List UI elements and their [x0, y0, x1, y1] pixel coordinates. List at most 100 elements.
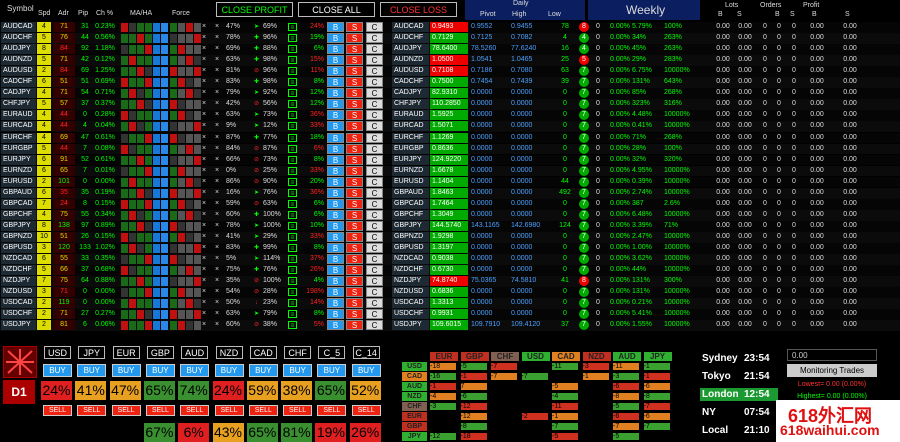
close-x-icon[interactable]: × — [200, 221, 208, 231]
sell-button[interactable]: S — [346, 265, 363, 276]
close-x-icon[interactable]: × — [200, 133, 208, 143]
currency-sell-button[interactable]: SELL — [145, 405, 175, 416]
close-x-icon[interactable]: × — [213, 254, 221, 264]
buy-button[interactable]: B — [327, 22, 344, 32]
buy-button[interactable]: B — [327, 209, 344, 220]
symbol-cell[interactable]: CADJPY — [392, 88, 429, 99]
symbol-cell[interactable]: GBPNZD — [392, 231, 429, 242]
close-x-icon[interactable]: × — [213, 155, 221, 165]
close-x-icon[interactable]: × — [213, 177, 221, 187]
symbol-cell[interactable]: EURCAD — [392, 121, 429, 132]
buy-button[interactable]: B — [327, 187, 344, 198]
close-x-icon[interactable]: × — [213, 33, 221, 43]
buy-button[interactable]: B — [327, 287, 344, 298]
symbol-cell[interactable]: GBPNZD — [1, 231, 36, 242]
close-button[interactable]: C — [366, 309, 383, 320]
currency-buy-button[interactable]: BUY — [145, 364, 175, 377]
close-x-icon[interactable]: × — [213, 66, 221, 76]
sell-button[interactable]: S — [346, 276, 363, 287]
close-x-icon[interactable]: × — [213, 144, 221, 154]
close-x-icon[interactable]: × — [200, 166, 208, 176]
buy-button[interactable]: B — [327, 99, 344, 110]
symbol-cell[interactable]: AUDCHF — [1, 33, 36, 44]
close-x-icon[interactable]: × — [213, 99, 221, 109]
close-button[interactable]: C — [366, 121, 383, 132]
symbol-cell[interactable]: USDJPY — [392, 320, 429, 331]
symbol-cell[interactable]: AUDCHF — [392, 33, 429, 44]
close-x-icon[interactable]: × — [200, 44, 208, 54]
close-x-icon[interactable]: × — [213, 221, 221, 231]
symbol-cell[interactable]: EURJPY — [392, 154, 429, 165]
close-button[interactable]: C — [366, 66, 383, 77]
close-x-icon[interactable]: × — [213, 199, 221, 209]
close-button[interactable]: C — [366, 176, 383, 187]
chart-icon[interactable]: ≡ — [288, 78, 297, 87]
sell-button[interactable]: S — [346, 176, 363, 187]
close-loss-button[interactable]: CLOSE LOSS — [380, 2, 457, 17]
symbol-cell[interactable]: AUDUSD — [1, 66, 36, 77]
buy-button[interactable]: B — [327, 154, 344, 165]
sell-button[interactable]: S — [346, 198, 363, 209]
symbol-cell[interactable]: CHFJPY — [1, 99, 36, 110]
symbol-cell[interactable]: AUDJPY — [392, 44, 429, 55]
close-x-icon[interactable]: × — [200, 210, 208, 220]
chart-icon[interactable]: ≡ — [288, 277, 297, 286]
currency-buy-button[interactable]: BUY — [111, 364, 141, 377]
close-button[interactable]: C — [366, 44, 383, 55]
symbol-cell[interactable]: GBPUSD — [1, 243, 36, 253]
close-all-button[interactable]: CLOSE ALL — [298, 2, 375, 17]
buy-button[interactable]: B — [327, 220, 344, 231]
currency-sell-button[interactable]: SELL — [77, 405, 107, 416]
close-x-icon[interactable]: × — [200, 298, 208, 308]
symbol-cell[interactable]: GBPCAD — [1, 198, 36, 209]
close-button[interactable]: C — [366, 209, 383, 220]
close-x-icon[interactable]: × — [200, 99, 208, 109]
chart-icon[interactable]: ≡ — [288, 45, 297, 54]
close-button[interactable]: C — [366, 220, 383, 231]
close-x-icon[interactable]: × — [200, 88, 208, 98]
currency-sell-button[interactable]: SELL — [214, 405, 244, 416]
close-x-icon[interactable]: × — [213, 188, 221, 198]
chart-icon[interactable]: ≡ — [288, 155, 297, 164]
symbol-cell[interactable]: EURCHF — [392, 132, 429, 143]
sell-button[interactable]: S — [346, 121, 363, 132]
sell-button[interactable]: S — [346, 309, 363, 320]
chart-icon[interactable]: ≡ — [288, 321, 297, 330]
symbol-cell[interactable]: GBPUSD — [392, 243, 429, 253]
symbol-cell[interactable]: USDCAD — [1, 298, 36, 309]
buy-button[interactable]: B — [327, 320, 344, 331]
symbol-cell[interactable]: GBPCAD — [392, 198, 429, 209]
symbol-cell[interactable]: NZDJPY — [392, 276, 429, 287]
buy-button[interactable]: B — [327, 55, 344, 66]
chart-icon[interactable]: ≡ — [288, 188, 297, 197]
chart-icon[interactable]: ≡ — [288, 89, 297, 98]
sell-button[interactable]: S — [346, 187, 363, 198]
symbol-cell[interactable]: EURGBP — [392, 143, 429, 154]
close-button[interactable]: C — [366, 88, 383, 99]
chart-icon[interactable]: ≡ — [288, 255, 297, 264]
sell-button[interactable]: S — [346, 66, 363, 77]
buy-button[interactable]: B — [327, 309, 344, 320]
close-x-icon[interactable]: × — [200, 265, 208, 275]
close-button[interactable]: C — [366, 231, 383, 242]
close-x-icon[interactable]: × — [200, 320, 208, 330]
close-x-icon[interactable]: × — [213, 44, 221, 54]
chart-icon[interactable]: ≡ — [288, 177, 297, 186]
close-profit-button[interactable]: CLOSE PROFIT — [216, 2, 293, 17]
symbol-cell[interactable]: NZDCHF — [1, 265, 36, 276]
close-button[interactable]: C — [366, 243, 383, 253]
currency-sell-button[interactable]: SELL — [43, 405, 72, 416]
close-button[interactable]: C — [366, 132, 383, 143]
chart-icon[interactable]: ≡ — [288, 232, 297, 241]
symbol-cell[interactable]: EURAUD — [1, 110, 36, 121]
symbol-cell[interactable]: AUDJPY — [1, 44, 36, 55]
symbol-cell[interactable]: NZDCAD — [1, 254, 36, 265]
symbol-cell[interactable]: USDCHF — [392, 309, 429, 320]
sell-button[interactable]: S — [346, 243, 363, 253]
chart-icon[interactable]: ≡ — [288, 34, 297, 43]
buy-button[interactable]: B — [327, 110, 344, 121]
symbol-cell[interactable]: NZDCHF — [392, 265, 429, 276]
currency-sell-button[interactable]: SELL — [248, 405, 278, 416]
buy-button[interactable]: B — [327, 132, 344, 143]
close-x-icon[interactable]: × — [200, 155, 208, 165]
